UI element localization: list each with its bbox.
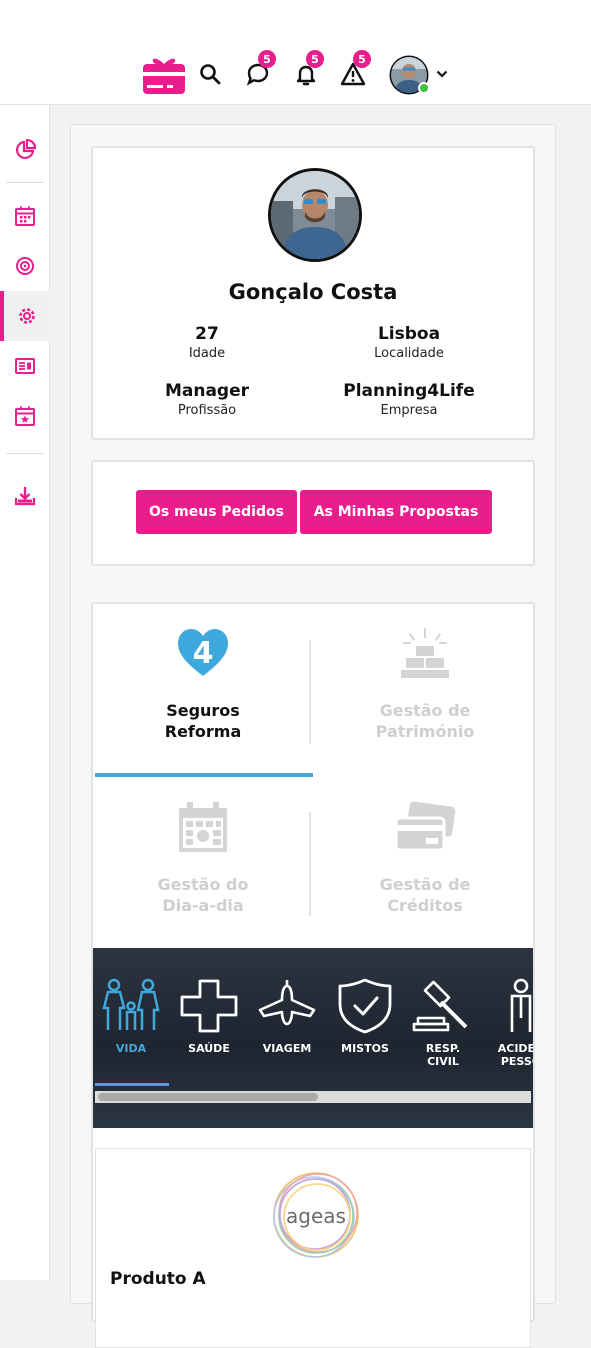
calendar-star-icon	[15, 406, 35, 426]
insurance-tab-vida[interactable]: VIDA	[95, 978, 167, 1055]
insurance-label: SAÚDE	[188, 1042, 230, 1055]
profile-card: Gonçalo Costa 27 Idade Lisboa Localidade…	[91, 146, 535, 440]
bell-icon[interactable]: 5	[286, 50, 326, 94]
online-status-dot	[418, 82, 430, 94]
ageas-logo: ageas	[268, 1167, 364, 1263]
actions-card: Os meus Pedidos As Minhas Propostas	[91, 460, 535, 566]
shield-check-icon	[338, 978, 392, 1034]
messages-badge: 5	[258, 50, 276, 68]
insurance-label: RESP.	[425, 1042, 461, 1055]
category-label: Gestão de	[379, 701, 471, 720]
location-label: Localidade	[374, 346, 444, 361]
insurance-scrollbar[interactable]	[95, 1091, 531, 1103]
family-icon	[102, 978, 160, 1030]
main-panel: Gonçalo Costa 27 Idade Lisboa Localidade…	[70, 124, 556, 1348]
company-label: Empresa	[380, 403, 438, 418]
location-value: Lisboa	[377, 324, 441, 344]
pie-chart-icon	[15, 139, 36, 160]
gavel-icon	[412, 980, 468, 1032]
sidebar-item-dashboard[interactable]	[0, 125, 50, 175]
svg-text:4: 4	[193, 636, 214, 671]
insurance-tab-acidentes[interactable]: ACIDEN PESSO	[485, 978, 533, 1068]
person-icon	[510, 978, 532, 1032]
sidebar-item-events[interactable]	[0, 391, 50, 441]
newspaper-icon	[15, 358, 35, 374]
profile-name: Gonçalo Costa	[228, 280, 398, 304]
insurance-tab-mistos[interactable]: MISTOS	[329, 978, 401, 1055]
scrollbar-thumb[interactable]	[98, 1093, 318, 1101]
heart-four-icon: 4	[178, 629, 228, 676]
credit-cards-icon	[394, 801, 456, 852]
search-icon[interactable]	[190, 54, 230, 94]
sidebar-item-download[interactable]	[0, 471, 50, 521]
svg-text:ageas: ageas	[286, 1204, 346, 1228]
job-label: Profissão	[177, 403, 237, 418]
insurance-label: CIVIL	[427, 1055, 459, 1068]
sidebar-item-news[interactable]	[0, 341, 50, 391]
insurance-types-strip: VIDA SAÚDE VIAGEM MISTOS RESP. CIVIL ACI…	[93, 948, 533, 1128]
insurance-label: PESSO	[500, 1055, 533, 1068]
category-label: Património	[375, 722, 475, 741]
insurance-tab-resp-civil[interactable]: RESP. CIVIL	[407, 978, 479, 1068]
top-bar: 5 5 5	[0, 0, 591, 105]
warning-icon[interactable]: 5	[333, 50, 373, 94]
category-label: Seguros	[166, 701, 240, 720]
gift-card-icon[interactable]	[142, 52, 186, 96]
my-orders-button[interactable]: Os meus Pedidos	[136, 490, 297, 534]
insurance-label: ACIDEN	[497, 1042, 533, 1055]
active-insurance-indicator	[95, 1083, 169, 1086]
categories-card: 4 Seguros Reforma Gestão de Património G…	[91, 602, 535, 1348]
warnings-badge: 5	[353, 50, 371, 68]
gear-icon	[19, 308, 35, 324]
insurance-label: VIDA	[115, 1042, 147, 1055]
age-stat: 27 Idade	[107, 323, 307, 363]
category-label: Dia-a-dia	[162, 896, 244, 915]
company-value: Planning4Life	[343, 381, 475, 401]
chevron-down-icon[interactable]	[432, 54, 452, 94]
insurance-label: VIAGEM	[262, 1042, 312, 1055]
sidebar-item-target[interactable]	[0, 241, 50, 291]
active-category-indicator	[95, 773, 313, 777]
age-label: Idade	[188, 346, 226, 361]
product-card[interactable]: ageas Produto A	[95, 1148, 531, 1348]
insurance-tab-saude[interactable]: SAÚDE	[173, 978, 245, 1055]
job-value: Manager	[164, 381, 250, 401]
category-label: Gestão de	[379, 875, 471, 894]
user-avatar[interactable]	[388, 54, 430, 96]
sidebar	[0, 105, 50, 1280]
insurance-tab-viagem[interactable]: VIAGEM	[251, 978, 323, 1055]
sidebar-divider	[6, 182, 44, 183]
alerts-badge: 5	[306, 50, 324, 68]
calendar-flower-icon	[179, 802, 227, 852]
calendar-icon	[15, 206, 35, 226]
profile-avatar	[268, 168, 362, 262]
my-proposals-button[interactable]: As Minhas Propostas	[300, 490, 492, 534]
health-cross-icon	[180, 979, 238, 1033]
category-gestao-dia-a-dia[interactable]: Gestão do Dia-a-dia	[103, 800, 303, 916]
target-icon	[16, 257, 34, 275]
job-stat: Manager Profissão	[107, 380, 307, 420]
category-seguros-reforma[interactable]: 4 Seguros Reforma	[103, 626, 303, 742]
category-divider	[309, 640, 311, 744]
category-divider	[309, 812, 311, 916]
location-stat: Lisboa Localidade	[309, 323, 509, 363]
airplane-icon	[258, 980, 316, 1026]
age-value: 27	[195, 324, 219, 344]
messages-icon[interactable]: 5	[238, 50, 278, 94]
gold-bars-icon	[401, 628, 449, 678]
insurance-label: MISTOS	[341, 1042, 389, 1055]
sidebar-divider	[6, 453, 44, 454]
download-icon	[14, 487, 36, 506]
category-label: Reforma	[164, 722, 242, 741]
company-stat: Planning4Life Empresa	[309, 380, 509, 420]
category-gestao-patrimonio[interactable]: Gestão de Património	[325, 626, 525, 742]
product-name: Produto A	[110, 1269, 206, 1289]
category-gestao-creditos[interactable]: Gestão de Créditos	[325, 800, 525, 916]
category-label: Créditos	[387, 896, 463, 915]
category-label: Gestão do	[157, 875, 249, 894]
sidebar-item-settings[interactable]	[0, 291, 50, 341]
sidebar-item-calendar[interactable]	[0, 191, 50, 241]
